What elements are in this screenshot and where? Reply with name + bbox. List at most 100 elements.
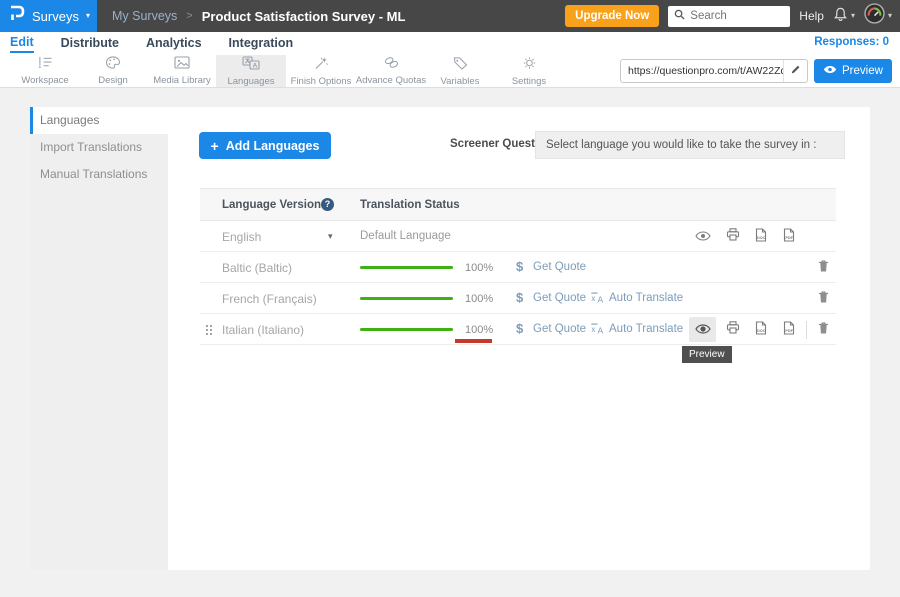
toolbar-item-settings[interactable]: Settings <box>494 55 564 87</box>
toolbar-item-workspace[interactable]: Workspace <box>10 55 80 87</box>
language-dropdown-caret-icon[interactable]: ▾ <box>328 231 333 242</box>
gear-icon <box>522 56 537 75</box>
export-doc-button[interactable]: DOC <box>750 228 772 246</box>
edit-url-button[interactable] <box>783 60 807 82</box>
auto-translate-link[interactable]: Auto Translate <box>609 292 683 304</box>
delete-language-button[interactable] <box>812 290 834 308</box>
account-menu[interactable]: ▾ <box>864 3 892 29</box>
language-name[interactable]: English <box>222 230 261 244</box>
notifications-button[interactable]: ▾ <box>833 6 855 27</box>
export-pdf-button[interactable]: PDF <box>778 228 800 246</box>
toolbar-item-finish-options[interactable]: Finish Options <box>286 55 356 87</box>
search-input[interactable] <box>690 10 780 22</box>
translation-percent: 100% <box>465 262 493 274</box>
sidebar-item-manual-translations[interactable]: Manual Translations <box>30 161 168 188</box>
search-box[interactable] <box>668 6 790 27</box>
tag-icon <box>453 56 468 75</box>
search-icon <box>674 7 685 25</box>
edit-toolbar: Workspace Design Media Library A Languag… <box>0 55 900 88</box>
toolbar-label: Variables <box>441 76 480 87</box>
get-quote-link[interactable]: Get Quote <box>533 323 586 335</box>
toolbar-item-design[interactable]: Design <box>78 55 148 87</box>
svg-text:x: x <box>591 294 595 303</box>
questionpro-logo-icon <box>9 4 25 28</box>
language-versions-table: Language Versions ? Translation Status E… <box>200 188 836 345</box>
languages-sidebar: Languages Import Translations Manual Tra… <box>30 107 168 570</box>
add-languages-button[interactable]: + Add Languages <box>199 132 331 159</box>
table-row-italian: Italian (Italiano) 100% $ Get Quote xA A… <box>200 314 836 345</box>
auto-translate-icon[interactable]: xA <box>590 322 606 340</box>
drag-handle-icon[interactable] <box>205 323 213 341</box>
product-menu[interactable]: Surveys ▾ <box>0 0 97 32</box>
export-doc-button[interactable]: DOC <box>750 321 772 339</box>
toolbar-label: Media Library <box>153 75 211 86</box>
print-language-button[interactable] <box>722 321 744 339</box>
screener-question-field[interactable]: Select language you would like to take t… <box>535 131 845 159</box>
toolbar-item-variables[interactable]: Variables <box>425 55 495 87</box>
toolbar-label: Workspace <box>21 75 68 86</box>
export-pdf-button[interactable]: PDF <box>778 321 800 339</box>
tab-edit[interactable]: Edit <box>10 35 34 53</box>
tab-analytics[interactable]: Analytics <box>146 36 202 52</box>
magic-wand-icon <box>314 56 329 75</box>
get-quote-link[interactable]: Get Quote <box>533 292 586 304</box>
breadcrumb-my-surveys[interactable]: My Surveys <box>112 9 177 23</box>
sidebar-item-import-translations[interactable]: Import Translations <box>30 134 168 161</box>
toolbar-item-advance-quotas[interactable]: Advance Quotas <box>356 55 426 87</box>
app-window: Surveys ▾ My Surveys > Product Satisfact… <box>0 0 900 597</box>
avatar <box>864 3 885 29</box>
help-link[interactable]: Help <box>799 9 824 23</box>
pdf-file-icon: PDF <box>783 228 795 247</box>
sidebar-item-languages[interactable]: Languages <box>30 107 168 134</box>
print-language-button[interactable] <box>722 228 744 246</box>
tab-integration[interactable]: Integration <box>229 36 294 52</box>
default-language-label: Default Language <box>360 230 451 242</box>
column-header-language-versions: Language Versions <box>222 199 327 211</box>
toolbar-label: Design <box>98 75 128 86</box>
svg-text:DOC: DOC <box>757 329 766 333</box>
preview-language-button-hovered[interactable] <box>689 317 716 342</box>
bell-icon <box>833 6 848 27</box>
toolbar-label: Advance Quotas <box>356 75 426 86</box>
palette-icon <box>105 56 121 74</box>
survey-url[interactable]: https://questionpro.com/t/AW22Zd1S1 <box>621 65 783 77</box>
dollar-icon[interactable]: $ <box>516 259 523 274</box>
dollar-icon[interactable]: $ <box>516 321 523 336</box>
toolbar-label: Finish Options <box>291 76 352 87</box>
auto-translate-icon[interactable]: xA <box>590 291 606 309</box>
pencil-icon <box>790 62 801 80</box>
trash-icon <box>818 290 829 309</box>
delete-language-button[interactable] <box>812 259 834 277</box>
preview-button-label: Preview <box>842 65 883 77</box>
chain-link-icon <box>383 56 400 74</box>
tab-distribute[interactable]: Distribute <box>61 36 119 52</box>
topbar-actions: Upgrade Now Help ▾ ▾ <box>565 0 892 32</box>
get-quote-link[interactable]: Get Quote <box>533 261 586 273</box>
breadcrumb: My Surveys > Product Satisfaction Survey… <box>112 0 405 32</box>
upgrade-now-button[interactable]: Upgrade Now <box>565 5 659 27</box>
delete-language-button[interactable] <box>812 321 834 339</box>
help-question-icon[interactable]: ? <box>321 198 334 211</box>
table-header-row: Language Versions ? Translation Status <box>200 188 836 221</box>
eye-icon <box>695 321 711 339</box>
chevron-down-icon: ▾ <box>851 12 855 20</box>
svg-text:A: A <box>598 325 604 335</box>
add-languages-label: Add Languages <box>226 139 320 153</box>
column-header-translation-status: Translation Status <box>360 199 460 211</box>
preview-button[interactable]: Preview <box>814 59 892 83</box>
auto-translate-link[interactable]: Auto Translate <box>609 323 683 335</box>
preview-language-button[interactable] <box>692 228 714 246</box>
toolbar-label: Settings <box>512 76 546 87</box>
red-annotation-underline <box>455 339 492 343</box>
top-bar: Surveys ▾ My Surveys > Product Satisfact… <box>0 0 900 32</box>
breadcrumb-separator-icon: > <box>186 10 192 22</box>
chevron-down-icon: ▾ <box>888 12 892 20</box>
product-menu-label: Surveys <box>32 9 79 24</box>
toolbar-item-languages[interactable]: A Languages <box>216 55 286 87</box>
plus-icon: + <box>211 138 219 154</box>
dollar-icon[interactable]: $ <box>516 290 523 305</box>
main-nav-tabs: Edit Distribute Analytics Integration Re… <box>0 32 900 55</box>
survey-url-box: https://questionpro.com/t/AW22Zd1S1 <box>620 59 808 83</box>
toolbar-item-media-library[interactable]: Media Library <box>147 55 217 87</box>
image-icon <box>174 56 190 74</box>
